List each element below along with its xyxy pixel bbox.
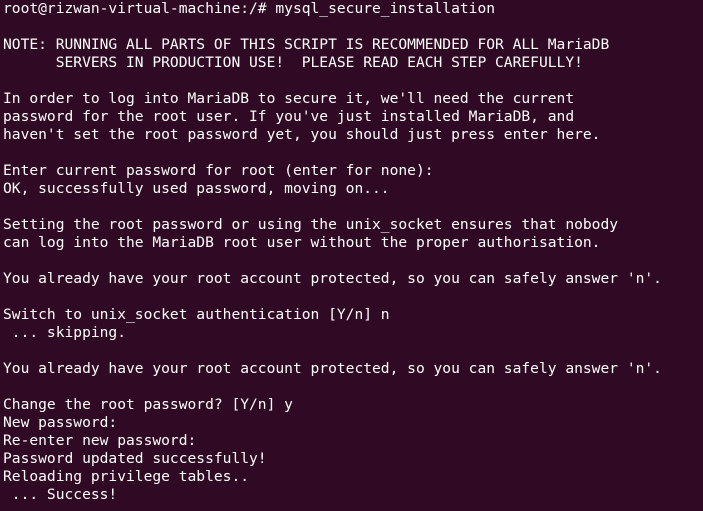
terminal-line-output: Switch to unix_socket authentication [Y/…	[3, 306, 390, 323]
terminal-line-output: OK, successfully used password, moving o…	[3, 180, 390, 197]
terminal-line-output: New password:	[3, 414, 118, 431]
terminal-line-note: SERVERS IN PRODUCTION USE! PLEASE READ E…	[3, 54, 583, 71]
terminal-line-output: ... skipping.	[3, 324, 127, 341]
terminal-line-output: Setting the root password or using the u…	[3, 216, 619, 233]
terminal-line-output: In order to log into MariaDB to secure i…	[3, 90, 575, 107]
terminal-line-output: Reloading privilege tables..	[3, 468, 250, 485]
terminal-line-output: You already have your root account prote…	[3, 360, 662, 377]
terminal-line-output: Re-enter new password:	[3, 432, 197, 449]
terminal-line-output: can log into the MariaDB root user witho…	[3, 234, 601, 251]
terminal-line-output: ... Success!	[3, 486, 118, 503]
terminal-line-output: Password updated successfully!	[3, 450, 267, 467]
terminal-line-note: NOTE: RUNNING ALL PARTS OF THIS SCRIPT I…	[3, 36, 610, 53]
terminal-line-output: You already have your root account prote…	[3, 270, 662, 287]
terminal-window[interactable]: root@rizwan-virtual-machine:/# mysql_sec…	[0, 0, 703, 511]
terminal-line-output: password for the root user. If you've ju…	[3, 108, 575, 125]
terminal-line-prompt: root@rizwan-virtual-machine:/# mysql_sec…	[3, 0, 496, 17]
terminal-line-output: haven't set the root password yet, you s…	[3, 126, 601, 143]
terminal-line-output: Enter current password for root (enter f…	[3, 162, 434, 179]
terminal-line-output: Change the root password? [Y/n] y	[3, 396, 293, 413]
